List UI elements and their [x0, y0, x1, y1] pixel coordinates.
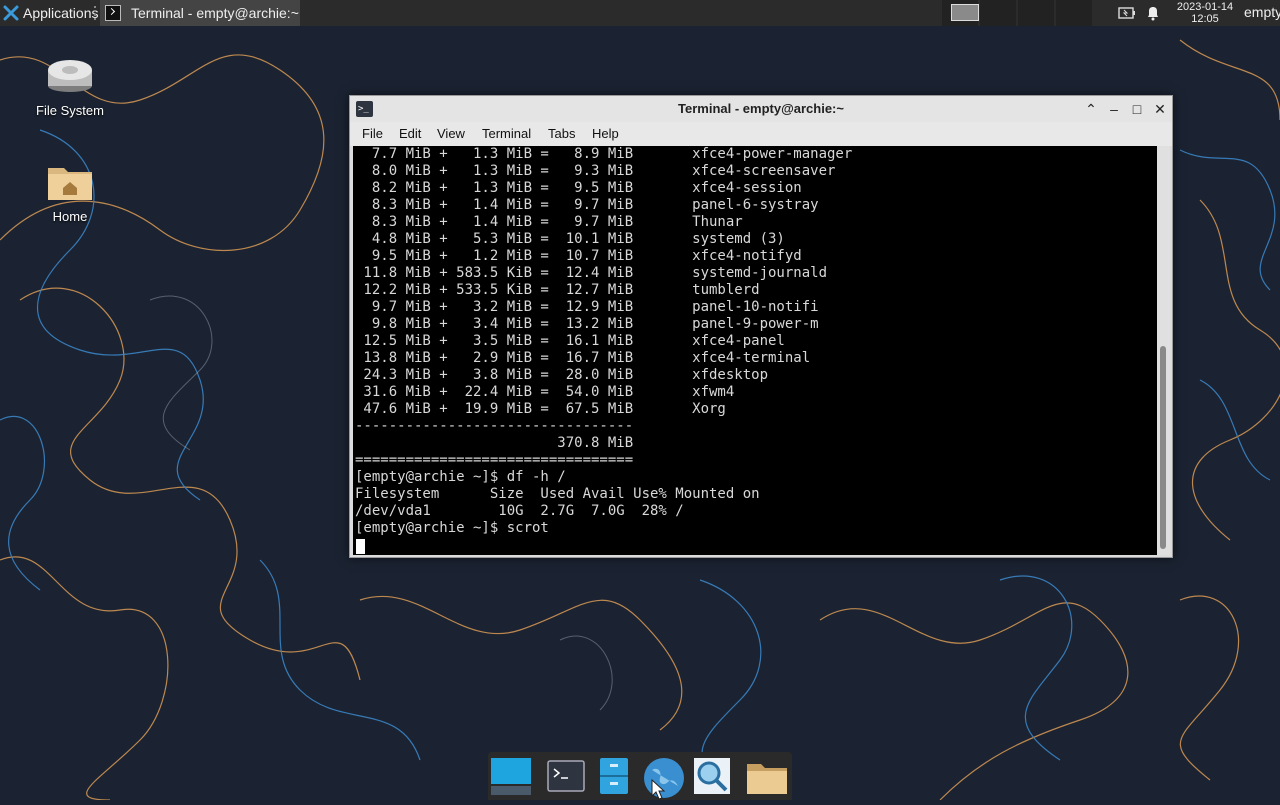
shade-button[interactable]: ⌃ — [1082, 100, 1100, 118]
dock-home-folder[interactable] — [746, 756, 787, 796]
menu-tabs[interactable]: Tabs — [548, 126, 575, 141]
applications-menu-button[interactable]: Applications — [0, 0, 99, 26]
terminal-line: 24.3 MiB + 3.8 MiB = 28.0 MiB xfdesktop — [355, 367, 769, 383]
terminal-line: 13.8 MiB + 2.9 MiB = 16.7 MiB xfce4-term… — [355, 350, 811, 366]
window-titlebar[interactable]: >_ Terminal - empty@archie:~ ⌃ – □ ✕ — [350, 96, 1172, 122]
dock-web-browser[interactable] — [642, 756, 684, 800]
folder-icon — [747, 764, 787, 794]
terminal-line: 7.7 MiB + 1.3 MiB = 8.9 MiB xfce4-power-… — [355, 146, 853, 162]
terminal-line: 8.0 MiB + 1.3 MiB = 9.3 MiB xfce4-screen… — [355, 163, 836, 179]
terminal-window: >_ Terminal - empty@archie:~ ⌃ – □ ✕ Fil… — [349, 95, 1173, 558]
terminal-line: /dev/vda1 10G 2.7G 7.0G 28% / — [355, 503, 684, 519]
scrollbar[interactable] — [1157, 146, 1170, 555]
text-cursor — [356, 539, 365, 554]
applications-label: Applications — [23, 5, 99, 21]
files-icon — [600, 758, 628, 794]
taskbar-button-label: Terminal - empty@archie:~ — [131, 5, 299, 21]
clock-time: 12:05 — [1191, 13, 1219, 25]
workspace-2[interactable] — [980, 0, 1016, 26]
menu-help[interactable]: Help — [592, 126, 619, 141]
close-button[interactable]: ✕ — [1151, 100, 1169, 118]
globe-icon — [644, 758, 684, 800]
desktop-icon-label: File System — [36, 103, 104, 118]
terminal-prompt-line: [empty@archie ~]$ df -h / — [355, 469, 566, 485]
top-panel: Applications Terminal - empty@archie:~ 2… — [0, 0, 1280, 26]
terminal-icon — [547, 760, 585, 792]
terminal-line: ================================= — [355, 452, 634, 468]
clock[interactable]: 2023-01-14 12:05 — [1172, 1, 1238, 25]
battery-icon[interactable] — [1118, 0, 1136, 26]
workspace-1[interactable] — [942, 0, 979, 26]
desktop-icon — [491, 758, 531, 795]
terminal-line: 12.5 MiB + 3.5 MiB = 16.1 MiB xfce4-pane… — [355, 333, 785, 349]
search-icon — [694, 758, 730, 794]
dock-app-finder[interactable] — [692, 756, 732, 796]
desktop-icon-label: Home — [52, 209, 88, 224]
terminal-line: 8.3 MiB + 1.4 MiB = 9.7 MiB Thunar — [355, 214, 743, 230]
desktop-icon-home[interactable]: Home — [25, 162, 115, 224]
dock-show-desktop[interactable] — [491, 756, 531, 796]
menu-file[interactable]: File — [362, 126, 383, 141]
terminal-line: 47.6 MiB + 19.9 MiB = 67.5 MiB Xorg — [355, 401, 726, 417]
minimize-button[interactable]: – — [1105, 100, 1123, 118]
terminal-line: 370.8 MiB — [355, 435, 634, 451]
notification-bell-icon[interactable] — [1145, 0, 1161, 26]
home-folder-icon — [48, 168, 92, 200]
terminal-line: 9.7 MiB + 3.2 MiB = 12.9 MiB panel-10-no… — [355, 299, 819, 315]
desktop-icon-file-system[interactable]: File System — [25, 56, 115, 118]
maximize-button[interactable]: □ — [1128, 100, 1146, 118]
terminal-line: 11.8 MiB + 583.5 KiB = 12.4 MiB systemd-… — [355, 265, 828, 281]
menubar: File Edit View Terminal Tabs Help — [350, 122, 1172, 146]
scrollbar-thumb[interactable] — [1160, 346, 1166, 549]
terminal-prompt-line: [empty@archie ~]$ scrot — [355, 520, 549, 536]
terminal-line: 9.8 MiB + 3.4 MiB = 13.2 MiB panel-9-pow… — [355, 316, 819, 332]
taskbar-button-terminal[interactable]: Terminal - empty@archie:~ — [100, 0, 300, 26]
drive-icon — [48, 60, 92, 92]
terminal-line: --------------------------------- — [355, 418, 634, 434]
dock-file-manager[interactable] — [594, 756, 634, 796]
user-menu[interactable]: empty — [1244, 4, 1280, 20]
window-title: Terminal - empty@archie:~ — [678, 101, 844, 116]
dock-panel — [488, 752, 792, 800]
terminal-icon — [105, 5, 121, 21]
clock-date: 2023-01-14 — [1176, 1, 1234, 13]
terminal-line: 31.6 MiB + 22.4 MiB = 54.0 MiB xfwm4 — [355, 384, 735, 400]
terminal-line: 8.2 MiB + 1.3 MiB = 9.5 MiB xfce4-sessio… — [355, 180, 802, 196]
terminal-line: 9.5 MiB + 1.2 MiB = 10.7 MiB xfce4-notif… — [355, 248, 802, 264]
terminal-output[interactable]: 7.7 MiB + 1.3 MiB = 8.9 MiB xfce4-power-… — [353, 146, 1157, 555]
menu-terminal[interactable]: Terminal — [482, 126, 531, 141]
terminal-line: 12.2 MiB + 533.5 KiB = 12.7 MiB tumblerd — [355, 282, 760, 298]
terminal-line: 8.3 MiB + 1.4 MiB = 9.7 MiB panel-6-syst… — [355, 197, 819, 213]
menu-view[interactable]: View — [437, 126, 465, 141]
workspace-3[interactable] — [1018, 0, 1054, 26]
dock-terminal[interactable] — [546, 756, 586, 796]
terminal-line: 4.8 MiB + 5.3 MiB = 10.1 MiB systemd (3) — [355, 231, 785, 247]
workspace-4[interactable] — [1056, 0, 1092, 26]
xfce-logo-icon — [3, 5, 19, 21]
menu-edit[interactable]: Edit — [399, 126, 421, 141]
terminal-line: Filesystem Size Used Avail Use% Mounted … — [355, 486, 760, 502]
